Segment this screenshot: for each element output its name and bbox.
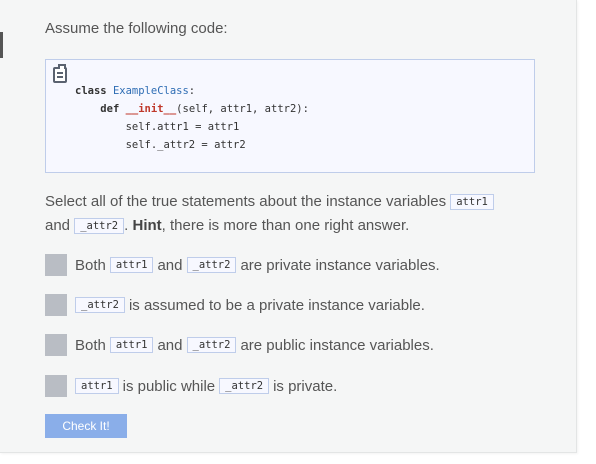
option-4-checkbox[interactable]: [45, 375, 67, 397]
option-3-post: are public instance variables.: [240, 336, 434, 354]
option-1-post: are private instance variables.: [240, 256, 440, 274]
option-3-pre: Both: [75, 336, 106, 354]
code-func-args: (self, attr1, attr2):: [176, 103, 309, 115]
check-it-button[interactable]: Check It!: [45, 414, 127, 438]
code-colon: :: [188, 85, 196, 97]
option-2-chip-1: _attr2: [75, 297, 125, 313]
option-2-checkbox[interactable]: [45, 294, 67, 316]
code-keyword-class: class: [75, 85, 107, 97]
code-chip-attr1: attr1: [450, 194, 494, 210]
option-1-checkbox[interactable]: [45, 254, 67, 276]
code-block: class ExampleClass: def __init__(self, a…: [45, 59, 535, 173]
code-keyword-def: def: [100, 103, 120, 115]
option-1-mid: and: [157, 256, 183, 274]
intro-text: Assume the following code:: [45, 20, 228, 37]
option-3-mid: and: [157, 336, 183, 354]
prompt-text-4: , there is more than one right answer.: [161, 217, 410, 234]
prompt-text-1: Select all of the true statements about …: [45, 193, 451, 210]
option-3-chip-2: _attr2: [186, 337, 237, 353]
option-4-chip-1: attr1: [75, 378, 119, 394]
code-func-name: __init__: [125, 103, 177, 115]
question-card: Assume the following code: class Example…: [0, 0, 577, 453]
question-prompt: Select all of the true statements about …: [45, 190, 535, 238]
prompt-text-2: and: [45, 217, 75, 234]
option-1-chip-1: attr1: [109, 257, 154, 273]
hint-label: Hint: [132, 217, 162, 234]
option-4-post: is private.: [273, 377, 338, 395]
option-4-mid: is public while: [122, 377, 216, 395]
code-line-attr1: self.attr1 = attr1: [125, 121, 240, 133]
option-1-pre: Both: [75, 256, 106, 274]
option-4[interactable]: attr1 is public while _attr2 is private.: [45, 375, 337, 397]
option-1[interactable]: Both attr1 and _attr2 are private instan…: [45, 254, 440, 276]
code-lines: class ExampleClass: def __init__(self, a…: [75, 82, 309, 154]
code-line-attr2: self._attr2 = attr2: [125, 139, 246, 151]
option-3[interactable]: Both attr1 and _attr2 are public instanc…: [45, 334, 434, 356]
clipboard-icon[interactable]: [53, 64, 67, 83]
option-2[interactable]: _attr2 is assumed to be a private instan…: [45, 294, 425, 316]
code-chip-attr2: _attr2: [74, 218, 125, 234]
option-4-chip-2: _attr2: [219, 378, 270, 394]
option-3-checkbox[interactable]: [45, 334, 67, 356]
option-1-chip-2: _attr2: [186, 257, 237, 273]
code-class-name: ExampleClass: [112, 85, 189, 97]
option-2-post: is assumed to be a private instance vari…: [128, 296, 425, 314]
left-marker: [0, 32, 3, 58]
option-3-chip-1: attr1: [109, 337, 154, 353]
